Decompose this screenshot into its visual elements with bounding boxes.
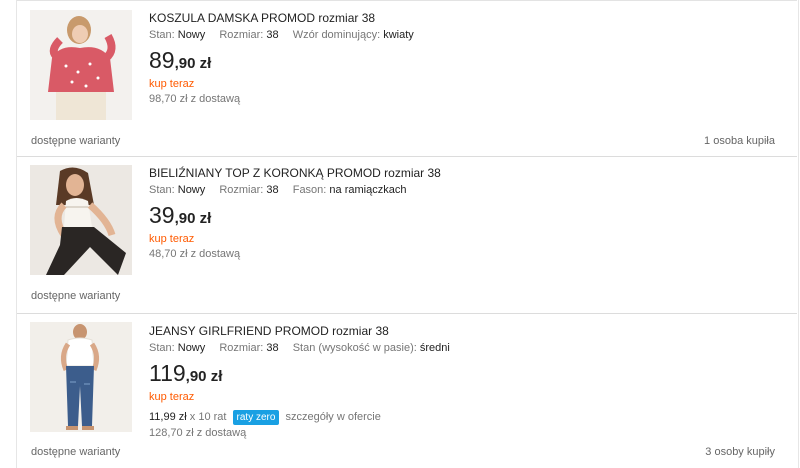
param-label: Stan: <box>149 29 175 41</box>
listing-price: 89,90 zł <box>149 48 787 76</box>
param-value: Nowy <box>177 184 206 196</box>
listing-params: Stan: Nowy Rozmiar: 38 Fason: na ramiącz… <box>149 184 787 197</box>
price-decimal: ,90 zł <box>185 368 223 385</box>
product-image[interactable] <box>30 165 132 275</box>
variants-link[interactable]: dostępne warianty <box>31 135 120 148</box>
installment-details: szczegóły w ofercie <box>285 411 381 423</box>
price-integer: 39 <box>149 202 175 228</box>
param-label: Rozmiar: <box>219 342 264 354</box>
param-value: 38 <box>266 184 279 196</box>
param-value: 38 <box>266 342 279 354</box>
buyers-count: 3 osoby kupiły <box>705 446 775 458</box>
price-integer: 89 <box>149 47 175 73</box>
param-label: Stan (wysokość w pasie): <box>292 342 417 354</box>
listing-title[interactable]: JEANSY GIRLFRIEND PROMOD rozmiar 38 <box>149 324 787 338</box>
buyers-count: 1 osoba kupiła <box>704 135 775 147</box>
param-value: 38 <box>266 29 279 41</box>
listing-item[interactable]: BIELIŹNIANY TOP Z KORONKĄ PROMOD rozmiar… <box>17 156 797 314</box>
listing-price: 119,90 zł <box>149 361 787 389</box>
shipping-price: 98,70 zł z dostawą <box>149 93 241 105</box>
param-value: Nowy <box>177 29 206 41</box>
listing-params: Stan: Nowy Rozmiar: 38 Stan (wysokość w … <box>149 342 787 355</box>
floral-blouse-photo-icon <box>30 10 132 120</box>
product-image[interactable] <box>30 10 132 120</box>
buy-now-label: kup teraz <box>149 233 195 245</box>
buy-now-label: kup teraz <box>149 391 195 403</box>
param-value: na ramiączkach <box>329 184 407 196</box>
buy-now-label: kup teraz <box>149 78 195 90</box>
listing-info: JEANSY GIRLFRIEND PROMOD rozmiar 38 Stan… <box>149 324 787 440</box>
listing-params: Stan: Nowy Rozmiar: 38 Wzór dominujący: … <box>149 29 787 42</box>
installment-count: x 10 rat <box>189 411 227 423</box>
installments-row: 11,99 zł x 10 rat raty zero szczegóły w … <box>149 410 787 425</box>
param-label: Fason: <box>292 184 327 196</box>
shipping-price: 128,70 zł z dostawą <box>149 427 247 439</box>
lace-top-photo-icon <box>30 165 132 275</box>
listing-item[interactable]: JEANSY GIRLFRIEND PROMOD rozmiar 38 Stan… <box>17 314 797 468</box>
listing-info: BIELIŹNIANY TOP Z KORONKĄ PROMOD rozmiar… <box>149 166 787 261</box>
listing-info: KOSZULA DAMSKA PROMOD rozmiar 38 Stan: N… <box>149 11 787 106</box>
param-label: Stan: <box>149 342 175 354</box>
shipping-price: 48,70 zł z dostawą <box>149 248 241 260</box>
param-label: Rozmiar: <box>219 29 264 41</box>
param-label: Stan: <box>149 184 175 196</box>
param-label: Rozmiar: <box>219 184 264 196</box>
jeans-photo-icon <box>30 322 132 432</box>
listing-title[interactable]: BIELIŹNIANY TOP Z KORONKĄ PROMOD rozmiar… <box>149 166 787 180</box>
price-integer: 119 <box>149 360 186 386</box>
price-decimal: ,90 zł <box>174 210 212 227</box>
listing-page: KOSZULA DAMSKA PROMOD rozmiar 38 Stan: N… <box>0 0 800 468</box>
price-decimal: ,90 zł <box>174 55 212 72</box>
listing-price: 39,90 zł <box>149 203 787 231</box>
variants-link[interactable]: dostępne warianty <box>31 290 120 303</box>
param-value: Nowy <box>177 342 206 354</box>
param-value: kwiaty <box>383 29 414 41</box>
installment-amount: 11,99 zł <box>149 411 187 423</box>
param-value: średni <box>419 342 450 354</box>
param-label: Wzór dominujący: <box>292 29 381 41</box>
listing-item[interactable]: KOSZULA DAMSKA PROMOD rozmiar 38 Stan: N… <box>17 0 797 157</box>
product-image[interactable] <box>30 322 132 432</box>
raty-zero-badge[interactable]: raty zero <box>232 410 280 425</box>
listing-title[interactable]: KOSZULA DAMSKA PROMOD rozmiar 38 <box>149 11 787 25</box>
variants-link[interactable]: dostępne warianty <box>31 446 120 459</box>
